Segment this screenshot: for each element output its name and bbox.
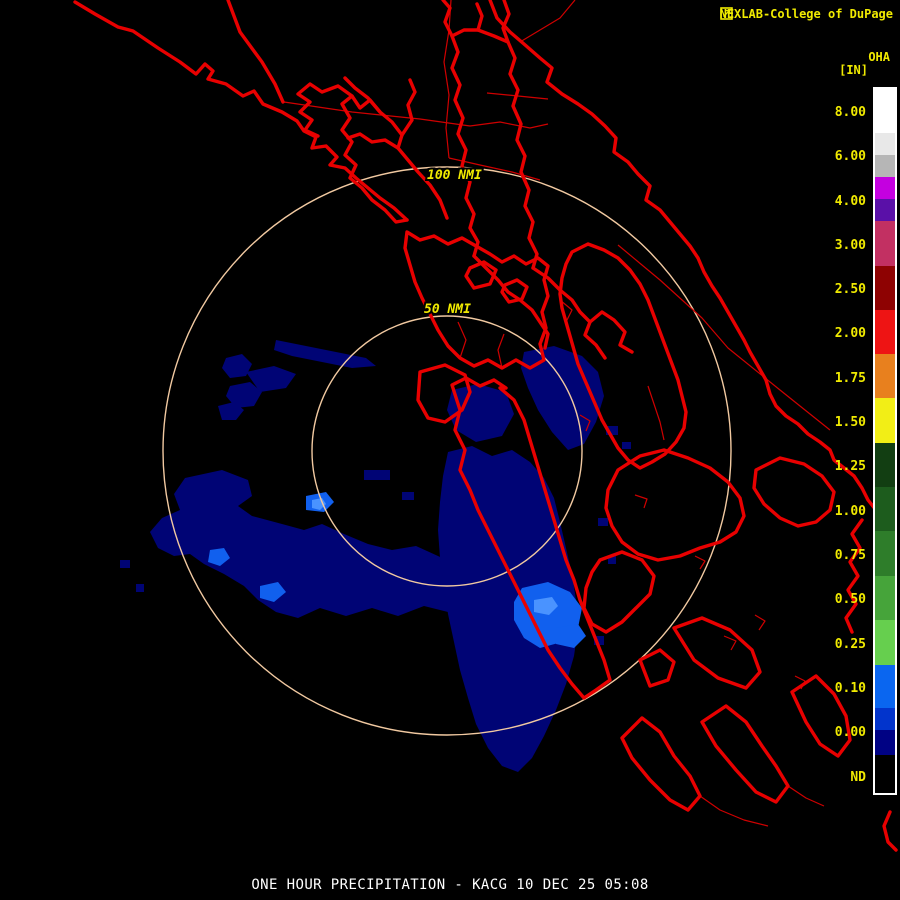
color-scale-segment (875, 443, 895, 487)
color-scale-tick-label: 1.50 (834, 415, 866, 430)
header-attribution: NEXLAB-College of DuPage (720, 7, 893, 21)
color-scale-segment (875, 730, 895, 755)
color-scale-segment (875, 155, 895, 177)
precip-trace-layer (120, 340, 631, 772)
color-scale-tick-label: 2.00 (834, 326, 866, 341)
color-scale-segment (875, 310, 895, 354)
color-scale-tick-label: 1.75 (834, 371, 866, 386)
radar-map: 100 NMI 50 NMI (73, 0, 898, 852)
color-scale-segment (875, 620, 895, 665)
units-label: [IN] (839, 63, 868, 77)
color-scale-tick-label: 0.00 (834, 725, 866, 740)
color-scale-tick-label: 2.50 (834, 282, 866, 297)
color-scale-segment (875, 665, 895, 708)
color-scale-segment (875, 221, 895, 266)
color-scale-tick-label: 3.00 (834, 238, 866, 253)
cod-logo-icon (719, 7, 733, 20)
color-scale-tick-label: 1.00 (834, 504, 866, 519)
product-caption: ONE HOUR PRECIPITATION - KACG 10 DEC 25 … (251, 877, 649, 893)
color-scale-tick-label: 4.00 (834, 194, 866, 209)
color-scale-tick-label: 0.75 (834, 548, 866, 563)
color-scale-segment (875, 266, 895, 310)
color-scale-segment (875, 354, 895, 398)
color-scale-segment (875, 177, 895, 199)
color-scale-segment (875, 708, 895, 730)
color-scale-segment (875, 89, 895, 133)
color-scale-tick-label: 0.50 (834, 592, 866, 607)
ring-label-50nmi: 50 NMI (424, 302, 471, 317)
color-scale-segment (875, 576, 895, 620)
color-scale-segment (875, 199, 895, 221)
range-rings (162, 166, 732, 736)
color-scale-tick-label: ND (850, 770, 866, 785)
product-code-label: OHA (868, 50, 890, 64)
attribution-text: NEXLAB-College of DuPage (719, 7, 893, 21)
ring-label-100nmi: 100 NMI (427, 168, 482, 183)
radar-screen: 100 NMI 50 NMI NEXLAB-College of DuPage … (0, 0, 900, 900)
color-scale-tick-label: 8.00 (834, 105, 866, 120)
color-scale-segment (875, 398, 895, 443)
color-scale-bar (873, 87, 897, 795)
color-scale-segment (875, 487, 895, 531)
color-scale-tick-label: 0.10 (834, 681, 866, 696)
color-scale-segment (875, 531, 895, 576)
color-scale-tick-label: 1.25 (834, 459, 866, 474)
color-scale-segment (875, 133, 895, 155)
color-scale-segment (875, 755, 895, 793)
color-scale-tick-label: 6.00 (834, 149, 866, 164)
color-scale-tick-label: 0.25 (834, 637, 866, 652)
